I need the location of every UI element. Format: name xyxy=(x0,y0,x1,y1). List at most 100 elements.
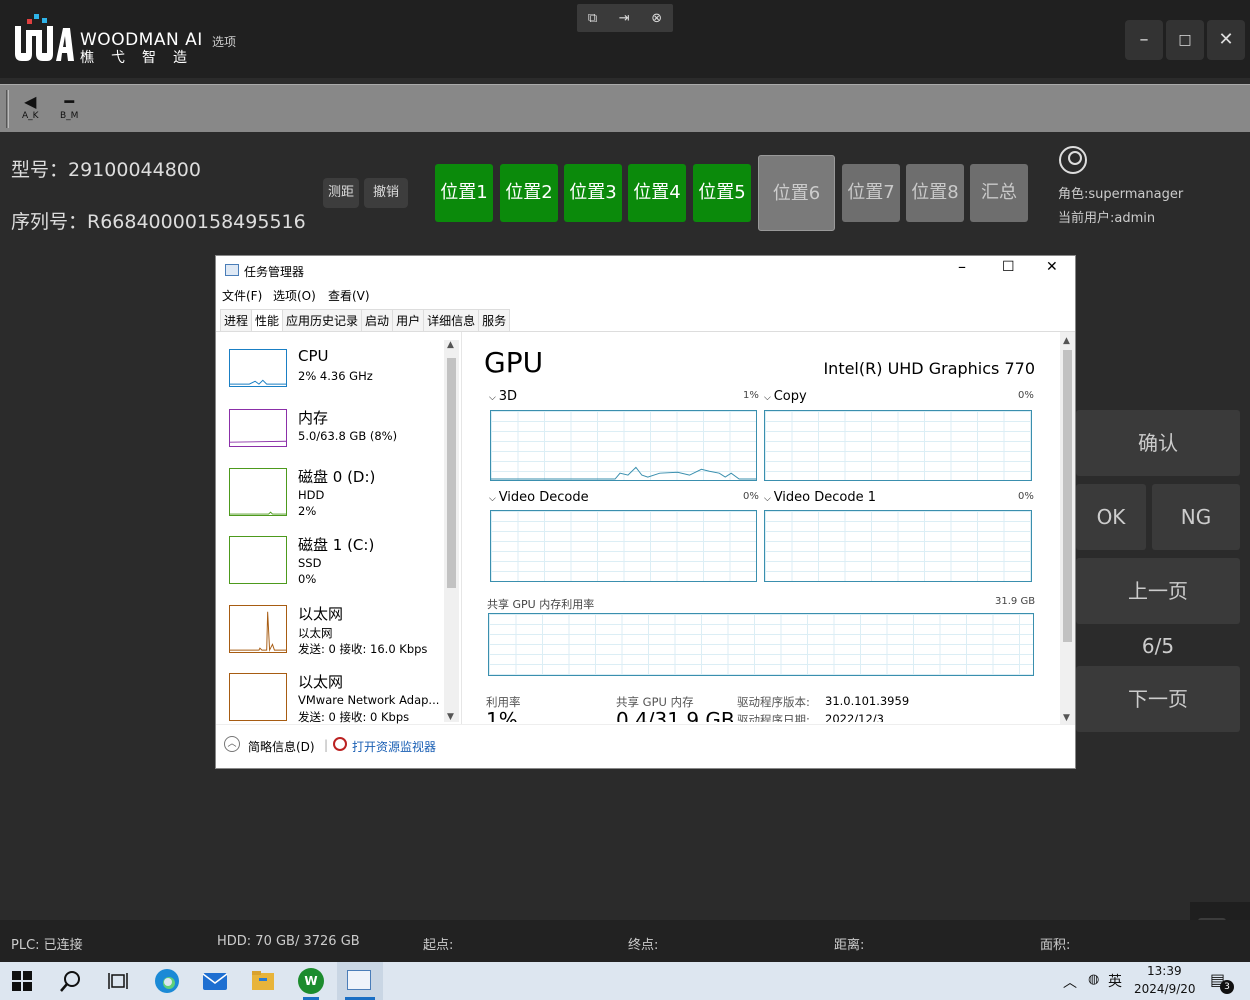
performance-pane: CPU 2% 4.36 GHz 内存 5.0/63.8 GB (8%) 磁盘 0… xyxy=(216,331,1075,725)
task-manager-icon xyxy=(225,264,239,276)
search-icon[interactable] xyxy=(58,968,84,994)
pin-icon[interactable]: ⇥ xyxy=(619,11,630,26)
file-explorer-icon[interactable] xyxy=(250,968,276,994)
summary-button[interactable]: 汇总 xyxy=(970,164,1028,222)
task-view-icon[interactable] xyxy=(106,968,132,994)
right-scroll-thumb[interactable] xyxy=(1063,350,1072,642)
close-button[interactable]: ✕ xyxy=(1207,20,1245,60)
tab-details[interactable]: 详细信息 xyxy=(423,309,480,331)
position-5-button[interactable]: 位置5 xyxy=(693,164,751,222)
resource-monitor-link[interactable]: 打开资源监视器 xyxy=(352,738,436,755)
windows-taskbar: W ︿ ◍ 英 13:39 2024/9/20 ▤ 3 xyxy=(0,962,1250,1000)
ethernet1-thumbnail xyxy=(229,605,287,653)
status-bar: PLC: 已连接 HDD: 70 GB/ 3726 GB 起点: 终点: 距离:… xyxy=(0,920,1250,962)
confirm-button[interactable]: 确认 xyxy=(1076,410,1240,476)
pane-divider xyxy=(461,332,462,725)
toolbar-grip[interactable] xyxy=(6,90,9,128)
woodman-logo xyxy=(15,14,74,61)
gpu-name: Intel(R) UHD Graphics 770 xyxy=(823,359,1035,378)
tab-services[interactable]: 服务 xyxy=(478,309,511,331)
tm-maximize-button[interactable]: ☐ xyxy=(1002,259,1015,275)
next-page-button[interactable]: 下一页 xyxy=(1076,666,1240,732)
disk1-thumbnail xyxy=(229,536,287,584)
options-menu[interactable]: 选项 xyxy=(212,33,236,50)
engine-video-decode-graph xyxy=(490,510,757,582)
clock-date[interactable]: 2024/9/20 xyxy=(1134,982,1196,996)
task-manager-taskbar-button[interactable] xyxy=(337,962,383,1000)
user-icon[interactable] xyxy=(1059,146,1087,174)
page-indicator: 6/5 xyxy=(1141,634,1175,658)
scroll-down-icon[interactable]: ▼ xyxy=(447,712,454,722)
engine-copy-label[interactable]: ⌵ Copy xyxy=(764,389,807,404)
menu-view[interactable]: 查看(V) xyxy=(328,287,370,304)
shared-memory-graph xyxy=(488,613,1034,676)
left-scrollbar[interactable]: ▲ ▼ xyxy=(444,340,459,722)
scroll-up-icon[interactable]: ▲ xyxy=(1063,336,1070,346)
close-circle-icon[interactable]: ⊗ xyxy=(651,11,662,26)
tm-close-button[interactable]: ✕ xyxy=(1046,259,1058,275)
chevron-up-icon[interactable]: ︿ xyxy=(224,736,240,752)
position-7-button[interactable]: 位置7 xyxy=(842,164,900,222)
position-1-button[interactable]: 位置1 xyxy=(435,164,493,222)
scroll-up-icon[interactable]: ▲ xyxy=(447,340,454,350)
window-icon[interactable]: ⧉ xyxy=(588,11,597,26)
chevron-up-icon[interactable]: ︿ xyxy=(1063,972,1077,992)
position-2-button[interactable]: 位置2 xyxy=(500,164,558,222)
tool-bm[interactable]: ━ B_M xyxy=(60,93,79,122)
perf-item-name: 以太网 xyxy=(298,673,344,691)
perf-item-name: 内存 xyxy=(298,409,329,427)
perf-item-name: 磁盘 0 (D:) xyxy=(298,468,376,486)
woodman-app-taskbar-button[interactable]: W xyxy=(290,962,332,1000)
menu-options[interactable]: 选项(O) xyxy=(273,287,316,304)
perf-item-sub: 以太网 xyxy=(298,626,333,640)
position-8-button[interactable]: 位置8 xyxy=(906,164,964,222)
maximize-button[interactable]: □ xyxy=(1166,20,1204,60)
chevron-down-icon: ⌵ xyxy=(764,494,774,504)
tab-users[interactable]: 用户 xyxy=(392,309,425,331)
undo-button[interactable]: 撤销 xyxy=(364,178,408,208)
model-label: 型号：29100044800 xyxy=(11,159,201,181)
menu-file[interactable]: 文件(F) xyxy=(222,287,262,304)
prev-page-button[interactable]: 上一页 xyxy=(1076,558,1240,624)
tool-ak[interactable]: ◀ A_K xyxy=(22,93,39,122)
scroll-down-icon[interactable]: ▼ xyxy=(1063,713,1070,723)
mail-icon[interactable] xyxy=(202,968,228,994)
perf-item-sub: HDD xyxy=(298,488,325,502)
windows-start-icon[interactable] xyxy=(12,971,32,991)
position-3-button[interactable]: 位置3 xyxy=(564,164,622,222)
tab-performance[interactable]: 性能 xyxy=(251,309,284,331)
clock-time[interactable]: 13:39 xyxy=(1147,964,1182,978)
position-4-button[interactable]: 位置4 xyxy=(628,164,686,222)
task-manager-window[interactable]: 任务管理器 – ☐ ✕ 文件(F) 选项(O) 查看(V) 进程 性能 应用历史… xyxy=(215,255,1076,769)
serial-label: 序列号：R66840000158495516 xyxy=(11,211,306,233)
engine-3d-label[interactable]: ⌵ 3D xyxy=(489,389,517,404)
measure-button[interactable]: 测距 xyxy=(323,178,359,208)
tab-startup[interactable]: 启动 xyxy=(361,309,394,331)
shared-gpu-memory-value: 0.4/31.9 GB xyxy=(616,708,735,722)
tool-bm-label: B_M xyxy=(60,111,79,121)
tab-app-history[interactable]: 应用历史记录 xyxy=(282,309,363,331)
right-scrollbar[interactable]: ▲ ▼ xyxy=(1060,332,1075,725)
left-scroll-thumb[interactable] xyxy=(447,358,456,588)
ok-button[interactable]: OK xyxy=(1076,484,1146,550)
position-6-button[interactable]: 位置6 xyxy=(758,155,835,231)
ng-button[interactable]: NG xyxy=(1152,484,1240,550)
network-icon[interactable]: ◍ xyxy=(1088,972,1099,987)
engine-video-decode-1-label[interactable]: ⌵ Video Decode 1 xyxy=(764,490,876,505)
memory-thumbnail xyxy=(229,409,287,447)
end-point: 终点: xyxy=(628,938,659,953)
brand-name-cn: 樵弋智造 xyxy=(80,50,204,66)
resource-monitor-icon xyxy=(333,737,347,751)
tab-processes[interactable]: 进程 xyxy=(220,309,253,331)
gpu-stats: 利用率 1% 共享 GPU 内存 0.4/31.9 GB 驱动程序版本: 31.… xyxy=(486,694,1061,722)
tm-minimize-button[interactable]: – xyxy=(958,257,966,276)
engine-copy-graph xyxy=(764,410,1032,481)
minimize-button[interactable]: – xyxy=(1125,20,1163,60)
edge-icon[interactable] xyxy=(154,968,180,994)
driver-date-value: 2022/12/3 xyxy=(825,712,884,722)
engine-video-decode-label[interactable]: ⌵ Video Decode xyxy=(489,490,589,505)
perf-item-sub2: 0% xyxy=(298,572,317,586)
plc-status: PLC: 已连接 xyxy=(11,938,83,953)
brief-info-link[interactable]: 简略信息(D) xyxy=(248,738,315,755)
ime-indicator[interactable]: 英 xyxy=(1108,971,1122,991)
